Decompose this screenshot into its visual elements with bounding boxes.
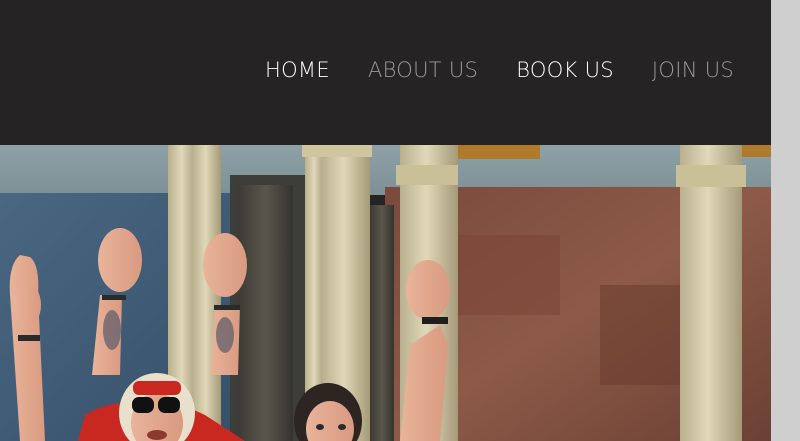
site-header: HOME ABOUT US BOOK US JOIN US (0, 0, 771, 145)
main-nav: HOME ABOUT US BOOK US JOIN US (265, 58, 734, 82)
nav-join-us-link[interactable]: JOIN US (652, 58, 734, 82)
hero-photo (0, 145, 771, 441)
page: HOME ABOUT US BOOK US JOIN US (0, 0, 771, 441)
nav-book-us-link[interactable]: BOOK US (516, 58, 614, 82)
hero-photo-illustration (0, 145, 771, 441)
nav-about-us-link[interactable]: ABOUT US (368, 58, 478, 82)
nav-home-link[interactable]: HOME (265, 58, 330, 82)
page-scrollbar[interactable] (771, 0, 800, 441)
